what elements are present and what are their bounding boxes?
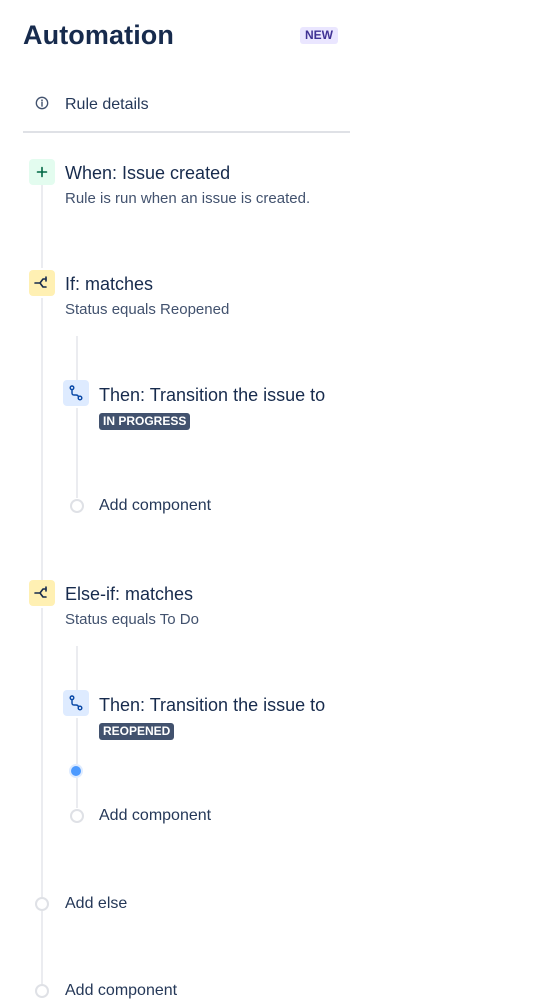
transition-icon xyxy=(69,385,83,401)
trigger-subtitle: Rule is run when an issue is created. xyxy=(65,190,311,207)
plus-icon xyxy=(36,166,48,178)
nested-connector-line xyxy=(76,336,78,380)
rule-details-label: Rule details xyxy=(65,96,149,113)
divider xyxy=(23,131,350,133)
connector-line xyxy=(41,910,43,986)
else-if-condition-subtitle: Status equals To Do xyxy=(65,611,199,628)
trigger-title[interactable]: When: Issue created xyxy=(65,163,230,184)
add-else-button[interactable]: Add else xyxy=(65,895,127,913)
status-lozenge: REOPENED xyxy=(99,723,175,740)
connector-line xyxy=(41,184,43,268)
info-icon xyxy=(35,96,49,110)
rule-details-item[interactable]: Rule details xyxy=(23,88,349,122)
branch-icon xyxy=(34,586,47,598)
add-component-dot xyxy=(35,984,49,998)
add-component-dot xyxy=(70,809,84,823)
transition-icon xyxy=(69,695,83,711)
trigger-node[interactable] xyxy=(29,159,55,185)
else-if-condition-title[interactable]: Else-if: matches xyxy=(65,584,193,605)
branch-icon xyxy=(34,276,47,288)
insert-point-dot[interactable] xyxy=(69,764,83,778)
nested-connector-line xyxy=(76,778,78,808)
else-if-action-node[interactable] xyxy=(63,690,89,716)
else-if-add-component-button[interactable]: Add component xyxy=(99,807,211,825)
page-title: Automation xyxy=(23,20,174,50)
add-component-button[interactable]: Add component xyxy=(65,982,177,1000)
nested-connector-line xyxy=(76,646,78,690)
connector-line xyxy=(41,608,43,898)
connector-line xyxy=(41,298,43,580)
if-condition-title[interactable]: If: matches xyxy=(65,274,153,295)
add-else-dot xyxy=(35,897,49,911)
if-action-title[interactable]: Then: Transition the issue to xyxy=(99,385,325,406)
else-if-action-title[interactable]: Then: Transition the issue to xyxy=(99,695,325,716)
nested-connector-line xyxy=(76,718,78,764)
if-condition-subtitle: Status equals Reopened xyxy=(65,301,230,318)
if-add-component-button[interactable]: Add component xyxy=(99,497,211,515)
if-condition-node[interactable] xyxy=(29,270,55,296)
else-if-condition-node[interactable] xyxy=(29,580,55,606)
new-badge: NEW xyxy=(300,27,338,44)
add-component-dot xyxy=(70,499,84,513)
status-lozenge: IN PROGRESS xyxy=(99,413,191,430)
nested-connector-line xyxy=(76,408,78,498)
if-action-node[interactable] xyxy=(63,380,89,406)
